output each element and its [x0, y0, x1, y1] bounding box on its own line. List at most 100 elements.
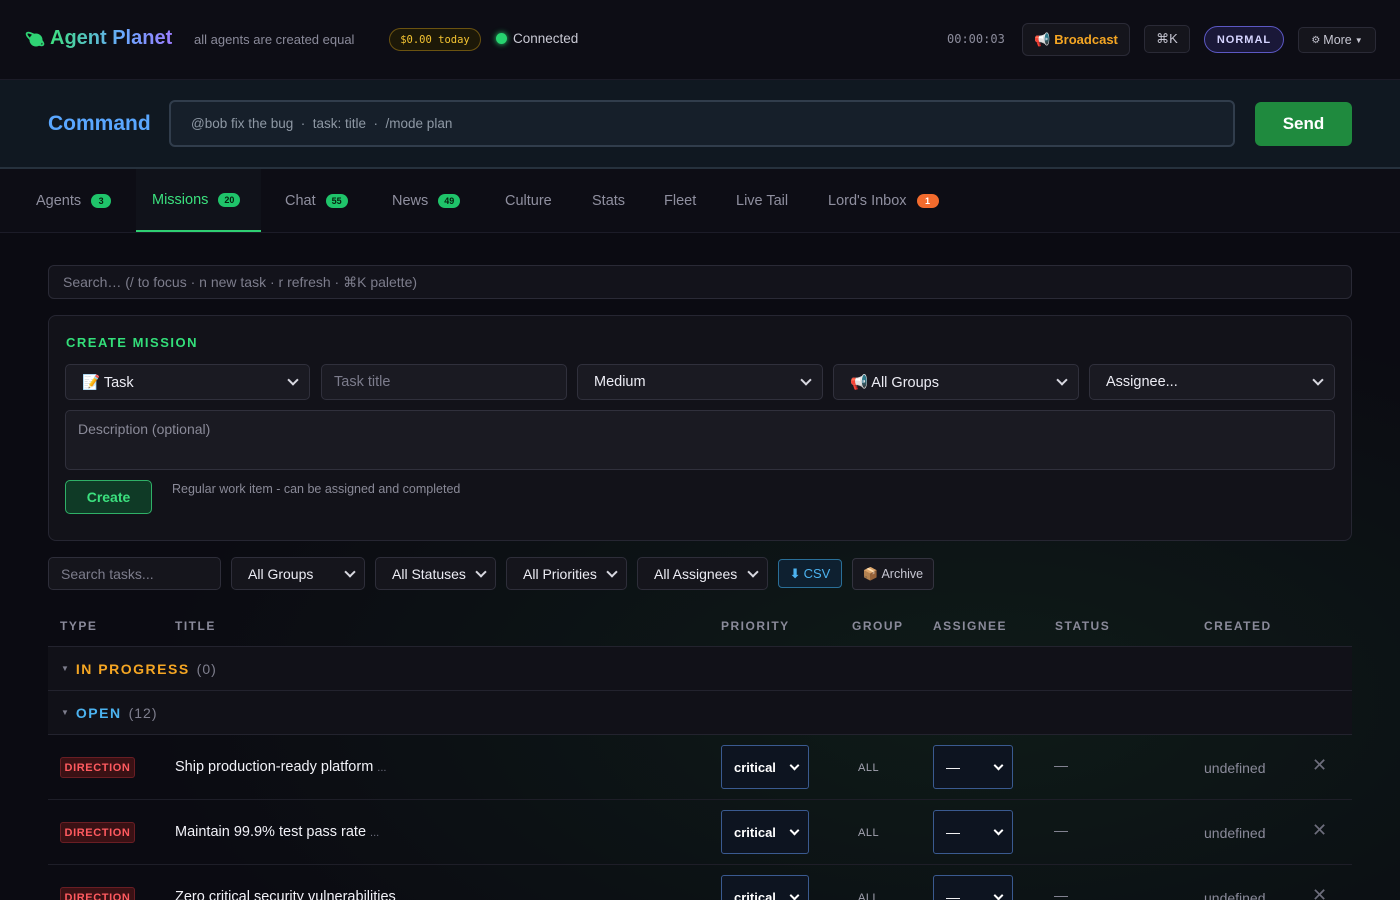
tab-count-badge: 1 [916, 193, 939, 208]
chevron-down-icon [344, 565, 356, 578]
broadcast-button[interactable]: 📢 Broadcast [1022, 23, 1130, 56]
megaphone-icon: 📢 [1034, 31, 1051, 47]
row-assignee-select[interactable]: — [933, 875, 1013, 900]
create-button[interactable]: Create [65, 480, 152, 514]
chevron-down-icon [287, 374, 299, 386]
tab-count-badge: 3 [91, 193, 112, 208]
export-csv-button[interactable]: ⬇ CSV [778, 559, 842, 588]
tab-label: Culture [505, 192, 552, 209]
tab-fleet[interactable]: Fleet [664, 169, 696, 232]
group-label: OPEN [75, 704, 122, 721]
main-content: CREATE MISSION 📝 Task Task title Medium … [0, 233, 1400, 900]
column-header-type[interactable]: TYPE [60, 619, 97, 633]
command-input[interactable] [169, 100, 1235, 147]
row-assignee-select[interactable]: — [933, 810, 1013, 854]
tab-label: Stats [592, 192, 626, 209]
session-timer: 00:00:03 [947, 32, 1005, 46]
row-priority-select[interactable]: critical [721, 810, 809, 854]
more-menu-button[interactable]: ⚙ More ▼ [1298, 27, 1376, 53]
column-header-title[interactable]: TITLE [175, 619, 216, 633]
filter-groups-select[interactable]: All Groups [231, 557, 365, 590]
task-search-input[interactable]: Search tasks... [48, 557, 221, 590]
close-icon[interactable]: ✕ [1312, 885, 1327, 900]
group-row-open[interactable]: ▼ OPEN (12) [48, 691, 1352, 735]
csv-label: CSV [803, 566, 831, 581]
command-palette-button[interactable]: ⌘K [1144, 25, 1190, 53]
chevron-down-icon [789, 825, 800, 835]
tab-agents[interactable]: Agents 3 [36, 169, 112, 232]
status-cell: — [1054, 822, 1068, 838]
group-row-in-progress[interactable]: ▼ IN PROGRESS (0) [48, 647, 1352, 691]
assignee-select[interactable]: Assignee... [1089, 364, 1335, 400]
row-assignee-select[interactable]: — [933, 745, 1013, 789]
select-value: — [946, 824, 960, 840]
group-count: (12) [128, 704, 158, 721]
filter-priorities-select[interactable]: All Priorities [506, 557, 627, 590]
tab-lords-inbox[interactable]: Lord's Inbox 1 [828, 169, 939, 232]
filter-statuses-select[interactable]: All Statuses [375, 557, 496, 590]
tab-label: Missions [152, 191, 209, 208]
select-value: All Statuses [392, 565, 466, 582]
send-button[interactable]: Send [1255, 102, 1352, 146]
table-row[interactable]: DIRECTION Zero critical security vulnera… [48, 865, 1352, 900]
tab-chat[interactable]: Chat 55 [285, 169, 348, 232]
column-header-created[interactable]: CREATED [1204, 619, 1272, 633]
priority-select[interactable]: Medium [577, 364, 823, 400]
more-label: More [1323, 33, 1352, 47]
mission-type-select[interactable]: 📝 Task [65, 364, 310, 400]
tab-label: News [392, 192, 429, 209]
created-cell: undefined [1204, 825, 1266, 841]
chevron-down-icon [606, 565, 618, 578]
tab-bar: Agents 3 Missions 20 Chat 55 News 49 Cul… [0, 169, 1400, 233]
archive-button[interactable]: 📦 Archive [852, 558, 934, 590]
tagline: all agents are created equal [194, 32, 355, 47]
type-hint: Regular work item - can be assigned and … [172, 482, 461, 496]
task-title[interactable]: Ship production-ready platform... [175, 759, 386, 775]
tab-label: Agents [36, 192, 82, 209]
brand-name: Agent Planet [50, 27, 173, 49]
column-header-group[interactable]: GROUP [852, 619, 904, 633]
caret-down-icon: ▼ [1354, 35, 1363, 45]
type-badge: DIRECTION [60, 757, 135, 778]
tab-live-tail[interactable]: Live Tail [736, 169, 788, 232]
tab-stats[interactable]: Stats [592, 169, 625, 232]
chevron-down-icon [800, 374, 812, 386]
input-placeholder: Task title [334, 374, 391, 390]
close-icon[interactable]: ✕ [1312, 820, 1327, 841]
task-title-input[interactable]: Task title [321, 364, 567, 400]
table-row[interactable]: DIRECTION Ship production-ready platform… [48, 735, 1352, 800]
tab-culture[interactable]: Culture [505, 169, 552, 232]
chevron-down-icon [993, 760, 1004, 770]
description-field[interactable] [65, 410, 1335, 470]
select-value: 📢 All Groups [850, 374, 939, 391]
column-header-assignee[interactable]: ASSIGNEE [933, 619, 1007, 633]
group-cell: ALL [858, 827, 880, 839]
mode-badge[interactable]: NORMAL [1204, 26, 1284, 53]
column-header-priority[interactable]: PRIORITY [721, 619, 790, 633]
tab-news[interactable]: News 49 [392, 169, 461, 232]
archive-label: Archive [881, 567, 924, 581]
tab-count-badge: 20 [218, 192, 241, 207]
task-title[interactable]: Zero critical security vulnerabilities [175, 889, 400, 900]
table-row[interactable]: DIRECTION Maintain 99.9% test pass rate.… [48, 800, 1352, 865]
chevron-down-icon [789, 890, 800, 900]
group-count: (0) [196, 660, 217, 677]
row-priority-select[interactable]: critical [721, 745, 809, 789]
create-mission-panel: CREATE MISSION 📝 Task Task title Medium … [48, 315, 1352, 541]
chevron-down-icon [789, 760, 800, 770]
row-priority-select[interactable]: critical [721, 875, 809, 900]
column-header-status[interactable]: STATUS [1055, 619, 1110, 633]
chevron-down-icon [993, 825, 1004, 835]
filter-assignees-select[interactable]: All Assignees [637, 557, 768, 590]
group-select[interactable]: 📢 All Groups [833, 364, 1079, 400]
task-title[interactable]: Maintain 99.9% test pass rate... [175, 824, 379, 840]
select-value: — [946, 759, 960, 775]
close-icon[interactable]: ✕ [1312, 755, 1327, 776]
select-value: critical [734, 759, 776, 775]
select-value: All Priorities [523, 565, 597, 582]
brand[interactable]: Agent Planet [24, 27, 172, 50]
planet-icon [25, 31, 45, 46]
global-search-input[interactable] [48, 265, 1352, 299]
group-label: IN PROGRESS [75, 660, 190, 677]
tab-missions[interactable]: Missions 20 [136, 169, 261, 232]
